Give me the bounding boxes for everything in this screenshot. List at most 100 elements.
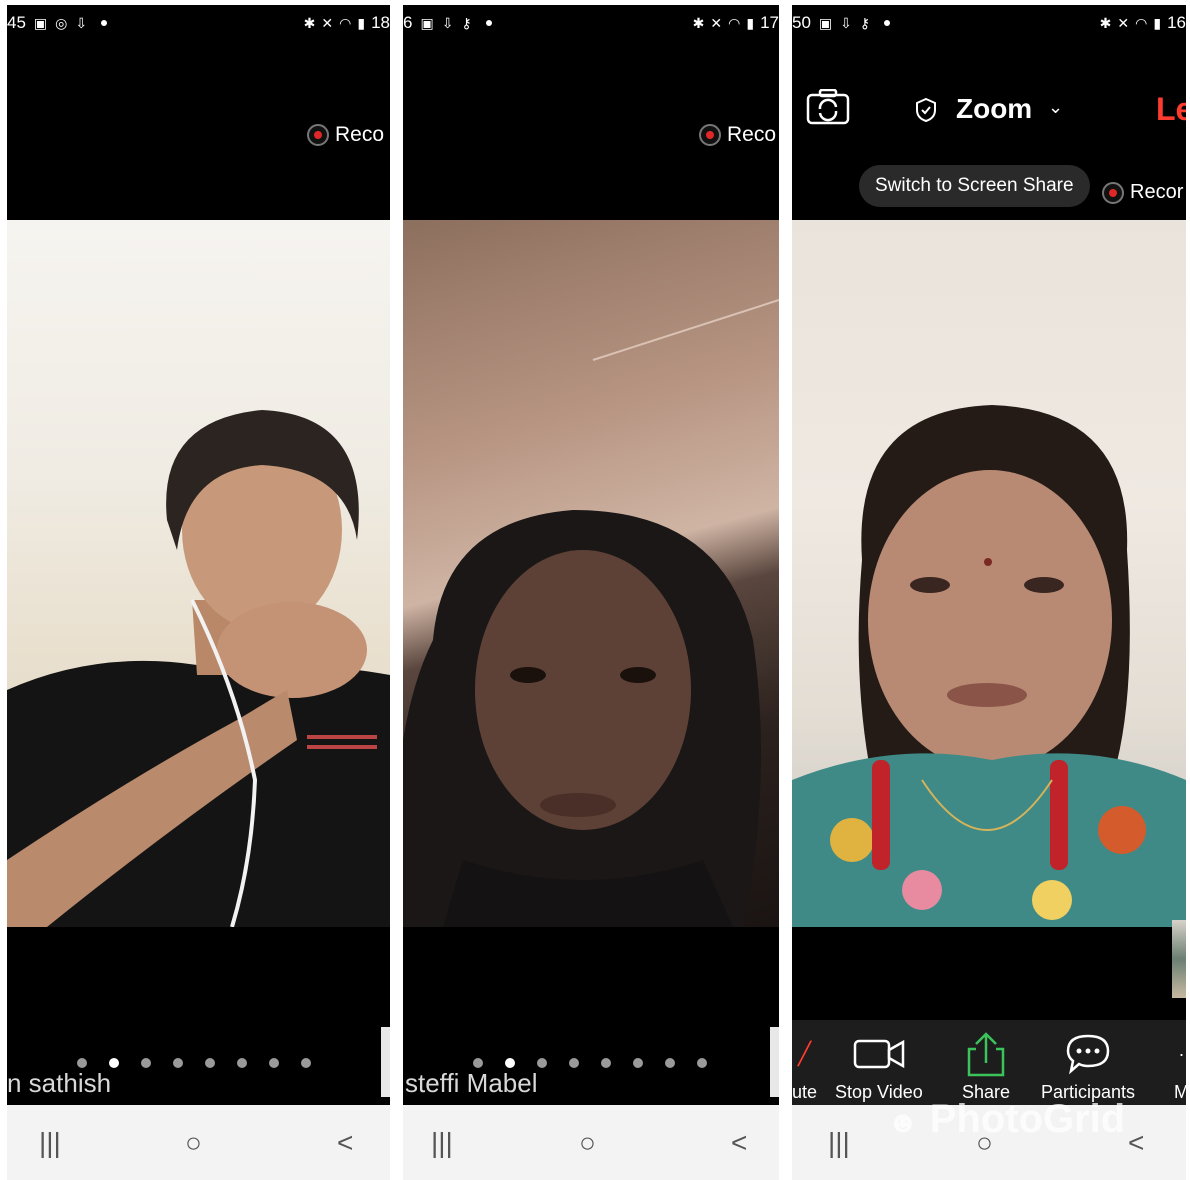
mute-icon: ✕ [710, 14, 723, 31]
page-dot[interactable] [537, 1058, 547, 1068]
download-icon: ⇩ [840, 14, 852, 31]
photogrid-watermark: ☻ PhotoGrid [887, 1097, 1125, 1142]
gallery-icon: ▣ [818, 14, 833, 31]
android-nav-bar: ||| ○ < [7, 1105, 390, 1180]
wifi-icon: ◠ [1135, 14, 1148, 31]
page-dot-active[interactable] [109, 1058, 119, 1068]
page-dot[interactable] [697, 1058, 707, 1068]
meeting-title[interactable]: Zoom [956, 93, 1032, 125]
home-button[interactable]: ○ [185, 1127, 202, 1159]
phone-screen-3: 50 ▣ ⇩ ⚷ ✱ ✕ ◠ ▮ 16 Zoom ⌄ Le Switch to … [792, 5, 1186, 1180]
participant-video-figure [792, 405, 1186, 927]
battery-level: 16 [1167, 13, 1186, 32]
page-dot[interactable] [237, 1058, 247, 1068]
recording-indicator[interactable]: Reco [307, 123, 384, 147]
page-dot[interactable] [665, 1058, 675, 1068]
page-dot[interactable] [633, 1058, 643, 1068]
battery-level: 18 [371, 13, 390, 32]
side-panel-handle[interactable] [381, 1027, 390, 1097]
recording-label: Reco [335, 123, 385, 146]
back-button[interactable]: < [337, 1127, 353, 1159]
chevron-down-icon[interactable]: ⌄ [1048, 97, 1063, 118]
wifi-icon: ◠ [728, 14, 741, 31]
meeting-top-bar: Zoom ⌄ Le [792, 85, 1186, 140]
status-bar: 6 ▣ ⇩ ⚷ ✱ ✕ ◠ ▮ 17 [403, 5, 779, 41]
signal-icon: ▮ [1153, 14, 1162, 31]
more-label: M [1174, 1082, 1186, 1102]
whatsapp-icon: ◎ [55, 14, 68, 31]
video-camera-icon [853, 1032, 905, 1076]
notification-dot-icon [884, 20, 891, 26]
watermark-text: PhotoGrid [929, 1097, 1126, 1141]
recents-button[interactable]: ||| [828, 1127, 850, 1159]
participant-video[interactable] [403, 220, 779, 927]
status-bar: 50 ▣ ⇩ ⚷ ✱ ✕ ◠ ▮ 16 [792, 5, 1186, 41]
shield-icon[interactable] [914, 97, 938, 128]
page-dot[interactable] [569, 1058, 579, 1068]
mute-button[interactable]: ╱ ute [792, 1032, 817, 1103]
microphone-icon: ╱ [797, 1041, 812, 1066]
status-time: 6 [403, 13, 413, 32]
recording-indicator[interactable]: Recor [1102, 181, 1183, 204]
notification-dot-icon [101, 20, 108, 26]
page-dot[interactable] [601, 1058, 611, 1068]
participant-video[interactable] [792, 220, 1186, 927]
page-dot[interactable] [141, 1058, 151, 1068]
status-bar: 45 ▣ ◎ ⇩ ✱ ✕ ◠ ▮ 18 [7, 5, 390, 41]
page-dot[interactable] [173, 1058, 183, 1068]
meeting-controls-bar: ╱ ute Stop Video Share Participants · M [792, 1020, 1186, 1105]
signal-icon: ▮ [746, 14, 755, 31]
key-icon: ⚷ [461, 14, 472, 31]
participant-video-figure [403, 299, 779, 927]
key-icon: ⚷ [859, 14, 871, 31]
side-panel-handle[interactable] [770, 1027, 779, 1097]
participants-button[interactable]: Participants [1041, 1032, 1135, 1103]
recents-button[interactable]: ||| [431, 1127, 453, 1159]
mute-icon: ✕ [1117, 14, 1130, 31]
page-dot-active[interactable] [505, 1058, 515, 1068]
page-dot[interactable] [473, 1058, 483, 1068]
chat-bubble-icon [1065, 1032, 1111, 1076]
page-indicator[interactable] [77, 1058, 311, 1068]
back-button[interactable]: < [731, 1127, 747, 1159]
page-indicator[interactable] [473, 1058, 707, 1068]
gallery-icon: ▣ [420, 14, 434, 31]
download-icon: ⇩ [75, 14, 88, 31]
self-view-thumbnail[interactable] [1172, 920, 1186, 998]
record-icon [307, 124, 329, 146]
download-icon: ⇩ [441, 14, 454, 31]
mute-icon: ✕ [321, 14, 334, 31]
record-icon [1102, 181, 1124, 204]
more-button[interactable]: · M [1174, 1032, 1186, 1103]
gallery-icon: ▣ [33, 14, 48, 31]
back-button[interactable]: < [1128, 1127, 1144, 1159]
android-nav-bar: ||| ○ < [403, 1105, 779, 1180]
phone-screen-1: 45 ▣ ◎ ⇩ ✱ ✕ ◠ ▮ 18 Reco n sathish ||| ○… [7, 5, 390, 1180]
share-button[interactable]: Share [962, 1032, 1010, 1103]
bluetooth-icon: ✱ [692, 14, 705, 31]
page-dot[interactable] [269, 1058, 279, 1068]
leave-button[interactable]: Le [1156, 91, 1186, 128]
recording-indicator[interactable]: Reco [699, 123, 776, 147]
camera-switch-icon[interactable] [806, 88, 850, 130]
recording-label: Reco [727, 123, 777, 146]
mute-label: ute [792, 1082, 818, 1102]
participant-video-figure [7, 410, 390, 927]
recents-button[interactable]: ||| [39, 1127, 61, 1159]
signal-icon: ▮ [357, 14, 366, 31]
switch-to-screen-share-button[interactable]: Switch to Screen Share [859, 165, 1090, 207]
page-dot[interactable] [77, 1058, 87, 1068]
phone-screen-2: 6 ▣ ⇩ ⚷ ✱ ✕ ◠ ▮ 17 Reco steffi Mabel |||… [403, 5, 779, 1180]
recording-label: Recor [1130, 181, 1184, 203]
page-dot[interactable] [301, 1058, 311, 1068]
more-dots-icon: · [1178, 1043, 1185, 1064]
participant-video[interactable] [7, 220, 390, 927]
participant-name: steffi Mabel [405, 1068, 538, 1098]
record-icon [699, 124, 721, 146]
stop-video-button[interactable]: Stop Video [835, 1032, 923, 1103]
bluetooth-icon: ✱ [303, 14, 316, 31]
home-button[interactable]: ○ [579, 1127, 596, 1159]
status-time: 50 [792, 13, 811, 32]
page-dot[interactable] [205, 1058, 215, 1068]
notification-dot-icon [485, 20, 492, 26]
